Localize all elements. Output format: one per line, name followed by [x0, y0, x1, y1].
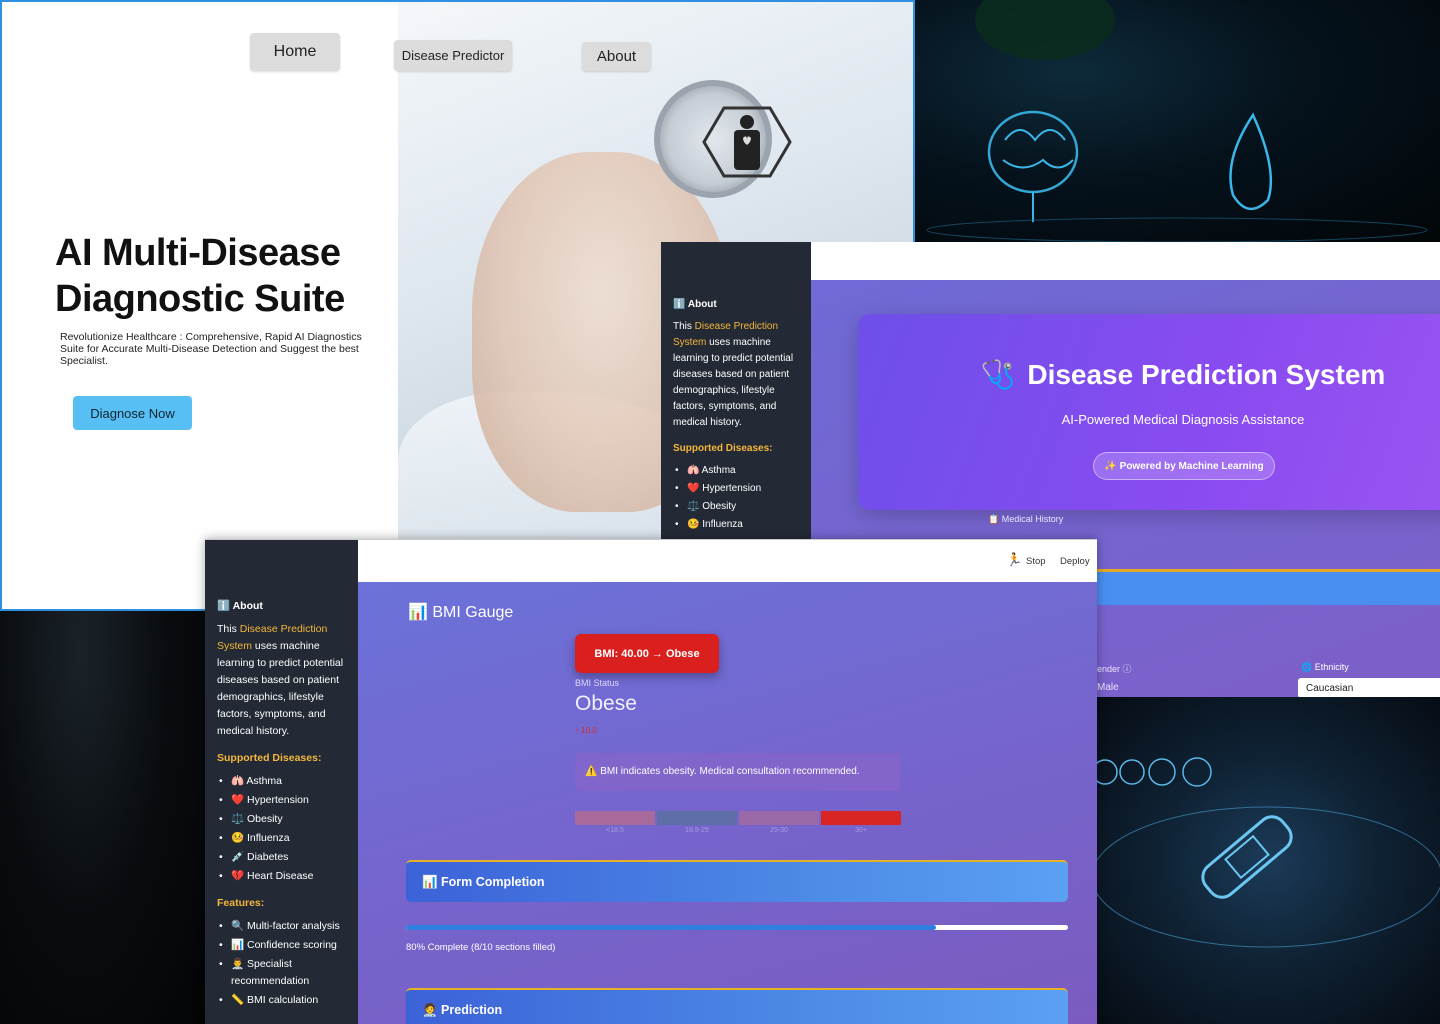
app-topbar: 🏃 Stop Deploy	[358, 540, 1097, 582]
stethoscope-icon: 🩺	[980, 359, 1016, 390]
sidebar-about-text: This Disease Prediction System uses mach…	[673, 319, 799, 431]
ai-medical-background-top	[915, 0, 1440, 242]
list-item: 📊 Confidence scoring	[217, 937, 346, 954]
bmi-segment-underweight	[575, 811, 655, 825]
ethnicity-label: 🌐 Ethnicity	[1301, 662, 1349, 672]
form-completion-panel[interactable]: 📊 Form Completion	[406, 860, 1068, 902]
powered-by-pill[interactable]: ✨ Powered by Machine Learning	[1093, 452, 1275, 480]
hero-title-line2: Diagnostic Suite	[55, 278, 345, 320]
bmi-scale-label: 18.5-25	[685, 827, 709, 834]
list-item: 📏 BMI calculation	[217, 992, 346, 1009]
app-subtitle: AI-Powered Medical Diagnosis Assistance	[1061, 412, 1305, 427]
intro-prefix: This	[673, 321, 695, 332]
form-progress-text: 80% Complete (8/10 sections filled)	[406, 942, 556, 953]
app-title-text: Disease Prediction System	[1027, 359, 1386, 390]
hero-subtitle: Revolutionize Healthcare : Comprehensive…	[60, 331, 362, 367]
bmi-gauge-page: 🏃 Stop Deploy 📊 BMI Gauge BMI: 40.00 → O…	[205, 539, 1097, 1024]
list-item: ⚖️ Obesity	[217, 811, 346, 828]
bmi-segment-obese	[821, 811, 901, 825]
bandage-hologram-icon	[1097, 757, 1440, 948]
gender-label: ender ⓘ	[1097, 664, 1132, 674]
brain-hologram-icon	[926, 0, 1428, 242]
bmi-scale-label: 25-30	[770, 827, 788, 834]
list-item: 🫁 Asthma	[673, 463, 799, 479]
supported-diseases-list: 🫁 Asthma ❤️ Hypertension ⚖️ Obesity 🤒 In…	[217, 773, 346, 885]
collage-root: Home Disease Predictor About AI Multi-Di…	[0, 0, 1440, 1024]
bmi-delta: ↑ 10.0	[575, 726, 597, 735]
sidebar-about-text: This Disease Prediction System uses mach…	[217, 621, 346, 740]
bmi-scale-label: 30+	[855, 827, 867, 834]
intro-prefix: This	[217, 623, 240, 635]
list-item: 🤒 Influenza	[673, 517, 799, 533]
sidebar: ℹ️ About This Disease Prediction System …	[205, 540, 358, 1024]
features-list: 🔍 Multi-factor analysis 📊 Confidence sco…	[217, 918, 346, 1009]
bmi-warning-alert: ⚠️ BMI indicates obesity. Medical consul…	[575, 753, 900, 791]
ethnicity-select[interactable]: Caucasian	[1298, 678, 1440, 697]
list-item: 🔍 Multi-factor analysis	[217, 918, 346, 935]
running-man-icon: 🏃	[1006, 552, 1023, 567]
nav-about-button[interactable]: About	[582, 42, 651, 71]
app-title: 🩺 Disease Prediction System	[858, 358, 1440, 391]
hero-card: 🩺 Disease Prediction System AI-Powered M…	[858, 314, 1440, 510]
gender-value[interactable]: Male	[1097, 682, 1119, 693]
app-topbar	[811, 242, 1440, 280]
bmi-scale-labels: <18.5 18.5-25 25-30 30+	[575, 827, 901, 834]
bmi-segment-normal	[657, 811, 737, 825]
ai-medical-background-bottom	[1097, 697, 1440, 1024]
supported-diseases-heading: Supported Diseases:	[217, 752, 322, 764]
form-progress-bar	[406, 925, 1068, 930]
list-item: 🤒 Influenza	[217, 830, 346, 847]
stop-button[interactable]: Stop	[1026, 556, 1046, 567]
main-content: 📊 BMI Gauge BMI: 40.00 → Obese BMI Statu…	[358, 582, 1097, 1024]
nav-disease-predictor-button[interactable]: Disease Predictor	[394, 40, 512, 71]
bmi-scale-bar	[575, 811, 901, 825]
list-item: ❤️ Hypertension	[673, 481, 799, 497]
intro-suffix: uses machine learning to predict potenti…	[673, 337, 794, 428]
section-header-band	[1097, 572, 1440, 605]
diagnose-now-button[interactable]: Diagnose Now	[73, 396, 192, 430]
nav-home-button[interactable]: Home	[250, 33, 340, 71]
bmi-status-value: Obese	[575, 692, 637, 715]
supported-diseases-list: 🫁 Asthma ❤️ Hypertension ⚖️ Obesity 🤒 In…	[673, 463, 799, 533]
bmi-gauge-heading: 📊 BMI Gauge	[408, 604, 514, 621]
list-item: 👨‍⚕️ Specialist recommendation	[217, 956, 346, 990]
patient-hexagon-icon	[702, 106, 792, 178]
supported-diseases-heading: Supported Diseases:	[673, 443, 773, 454]
bmi-status-label: BMI Status	[575, 678, 620, 688]
sidebar-about-heading: ℹ️ About	[217, 600, 263, 612]
list-item: ⚖️ Obesity	[673, 499, 799, 515]
intro-suffix: uses machine learning to predict potenti…	[217, 640, 344, 737]
sidebar-about-heading: ℹ️ About	[673, 299, 717, 310]
list-item: ❤️ Hypertension	[217, 792, 346, 809]
bmi-scale-label: <18.5	[606, 827, 624, 834]
bmi-result-badge: BMI: 40.00 → Obese	[575, 634, 719, 673]
form-progress-fill	[406, 925, 936, 930]
dark-background-bottom-left	[0, 611, 205, 1024]
list-item: 💉 Diabetes	[217, 849, 346, 866]
features-heading: Features:	[217, 897, 265, 909]
tab-medical-history[interactable]: 📋 Medical History	[988, 514, 1063, 525]
prediction-panel[interactable]: 🧑‍⚕️ Prediction	[406, 988, 1068, 1024]
list-item: 💔 Heart Disease	[217, 868, 346, 885]
deploy-button[interactable]: Deploy	[1060, 556, 1090, 567]
bmi-segment-overweight	[739, 811, 819, 825]
hero-title: AI Multi-Disease Diagnostic Suite	[55, 230, 415, 322]
hero-title-line1: AI Multi-Disease	[55, 232, 341, 274]
list-item: 🫁 Asthma	[217, 773, 346, 790]
